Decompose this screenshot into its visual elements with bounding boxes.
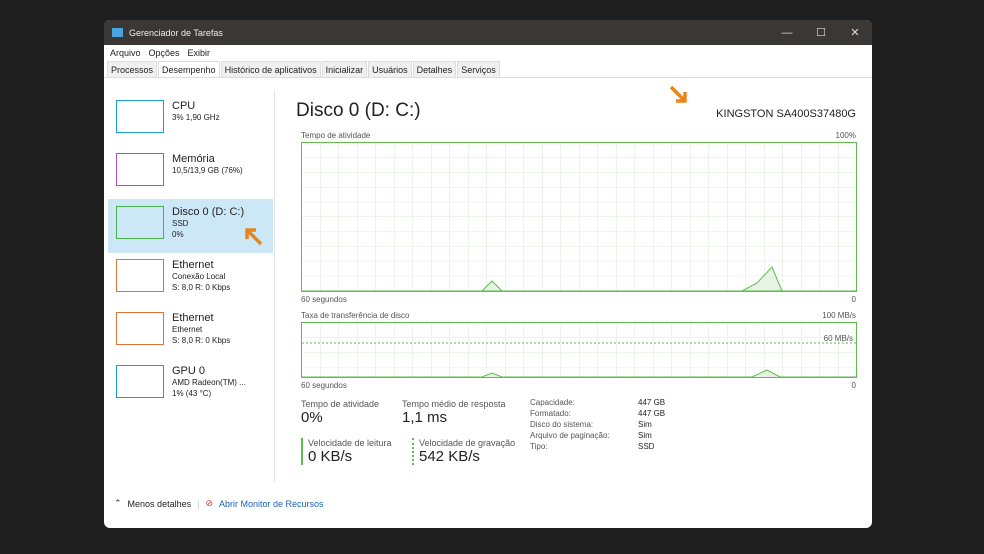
stat-read-label: Velocidade de leitura	[308, 438, 392, 448]
menu-exibir[interactable]: Exibir	[188, 48, 211, 58]
page-title: Disco 0 (D: C:)	[296, 100, 421, 121]
property-label: Disco do sistema:	[530, 420, 594, 429]
stat-write-label: Velocidade de gravação	[419, 438, 516, 448]
sidebar-item-detail: Ethernet	[172, 325, 203, 334]
graph1-max: 100%	[835, 131, 856, 140]
property-value: 447 GB	[638, 398, 666, 407]
open-resource-monitor-link[interactable]: Abrir Monitor de Recursos	[219, 499, 324, 509]
stat-resp-label: Tempo médio de resposta	[402, 399, 506, 409]
property-value: 447 GB	[638, 409, 666, 418]
mini-graph	[116, 365, 164, 398]
sidebar-item-1[interactable]: Memória 10,5/13,9 GB (76%)	[108, 146, 273, 200]
task-manager-window: Gerenciador de Tarefas — ☐ ✕ Arquivo Opç…	[104, 20, 872, 528]
tab-bar: Processos Desempenho Histórico de aplica…	[104, 61, 872, 78]
sidebar-item-detail: SSD	[172, 219, 189, 228]
sidebar-item-0[interactable]: CPU 3% 1,90 GHz	[108, 93, 273, 147]
property-label: Capacidade:	[530, 398, 575, 407]
mini-graph	[116, 312, 164, 345]
sidebar-item-detail2: 0%	[172, 230, 184, 239]
stat-write: Velocidade de gravação 542 KB/s	[412, 438, 515, 465]
active-time-plot	[302, 143, 856, 292]
sidebar-item-title: GPU 0	[172, 365, 206, 377]
annotation-arrow-model	[669, 85, 687, 103]
sidebar-item-detail2: S: 8,0 R: 0 Kbps	[172, 283, 231, 292]
sidebar-item-title: Disco 0 (D: C:)	[172, 206, 245, 218]
sidebar-item-title: Ethernet	[172, 312, 214, 324]
minimize-button[interactable]: —	[770, 20, 804, 45]
mini-graph	[116, 206, 164, 239]
stat-write-value: 542 KB/s	[419, 448, 480, 465]
sidebar-item-detail2: S: 8,0 R: 0 Kbps	[172, 336, 231, 345]
sidebar-item-detail: Conexão Local	[172, 272, 226, 281]
stat-active: Tempo de atividade 0%	[301, 399, 379, 426]
tab-usuarios[interactable]: Usuários	[368, 61, 412, 77]
menu-opcoes[interactable]: Opções	[149, 48, 180, 58]
resource-sidebar: CPU 3% 1,90 GHz Memória 10,5/13,9 GB (76…	[104, 90, 275, 482]
property-value: Sim	[638, 420, 652, 429]
title-bar: Gerenciador de Tarefas — ☐ ✕	[104, 20, 872, 45]
close-button[interactable]: ✕	[838, 20, 872, 45]
graph1-xleft: 60 segundos	[301, 295, 347, 304]
sidebar-item-detail: 3% 1,90 GHz	[172, 113, 220, 122]
stat-active-label: Tempo de atividade	[301, 399, 380, 409]
property-value: SSD	[638, 442, 655, 451]
property-value: Sim	[638, 431, 652, 440]
tab-inicializar[interactable]: Inicializar	[321, 61, 368, 77]
graph2-label: Taxa de transferência de disco	[301, 311, 410, 320]
tab-historico[interactable]: Histórico de aplicativos	[220, 61, 321, 77]
tab-processos[interactable]: Processos	[107, 61, 158, 77]
graph2-xleft: 60 segundos	[301, 381, 347, 390]
tab-desempenho[interactable]: Desempenho	[158, 61, 220, 77]
sidebar-item-detail: 10,5/13,9 GB (76%)	[172, 166, 243, 175]
disk-properties: Capacidade: 447 GB Formatado: 447 GB Disco d…	[530, 397, 665, 452]
sidebar-item-5[interactable]: GPU 0 AMD Radeon(TM) ... 1% (43 °C)	[108, 358, 273, 412]
menu-arquivo[interactable]: Arquivo	[110, 48, 141, 58]
app-icon	[112, 28, 123, 37]
disk-model: KINGSTON SA400S37480G	[716, 108, 856, 120]
property-row: Capacidade: 447 GB	[530, 397, 665, 408]
property-label: Arquivo de paginação:	[530, 431, 610, 440]
graph1-xright: 0	[851, 295, 856, 304]
sidebar-item-detail: AMD Radeon(TM) ...	[172, 378, 246, 387]
tab-detalhes[interactable]: Detalhes	[412, 61, 457, 77]
property-row: Disco do sistema: Sim	[530, 419, 665, 430]
transfer-rate-plot	[302, 323, 856, 378]
graph1-label: Tempo de atividade	[301, 131, 371, 140]
stat-active-value: 0%	[301, 409, 323, 426]
mini-graph	[116, 259, 164, 292]
sidebar-item-detail2: 1% (43 °C)	[172, 389, 212, 398]
stat-read: Velocidade de leitura 0 KB/s	[301, 438, 392, 465]
property-row: Tipo: SSD	[530, 441, 665, 452]
transfer-rate-graph: 60 MB/s	[301, 322, 857, 378]
stat-response: Tempo médio de resposta 1,1 ms	[402, 399, 506, 426]
tab-servicos[interactable]: Serviços	[457, 61, 500, 77]
mini-graph	[116, 100, 164, 133]
sidebar-item-title: Ethernet	[172, 259, 214, 271]
sidebar-item-3[interactable]: Ethernet Conexão Local S: 8,0 R: 0 Kbps	[108, 252, 273, 306]
active-time-graph	[301, 142, 857, 292]
chevron-up-icon[interactable]: ⌃	[114, 498, 122, 509]
menu-bar: Arquivo Opções Exibir	[104, 45, 872, 61]
annotation-arrow-disk	[245, 228, 263, 246]
maximize-button[interactable]: ☐	[804, 20, 838, 45]
mini-graph	[116, 153, 164, 186]
sidebar-item-title: CPU	[172, 100, 196, 112]
graph2-xright: 0	[851, 381, 856, 390]
window-title: Gerenciador de Tarefas	[129, 27, 223, 38]
property-row: Formatado: 447 GB	[530, 408, 665, 419]
graph2-mid: 60 MB/s	[823, 334, 853, 343]
footer: ⌃ Menos detalhes | ⊘ Abrir Monitor de Re…	[114, 498, 324, 509]
property-label: Formatado:	[530, 409, 571, 418]
graph2-max: 100 MB/s	[822, 311, 856, 320]
property-row: Arquivo de paginação: Sim	[530, 430, 665, 441]
sidebar-item-title: Memória	[172, 153, 215, 165]
stat-read-value: 0 KB/s	[308, 448, 353, 465]
property-label: Tipo:	[530, 442, 548, 451]
less-details-button[interactable]: Menos detalhes	[128, 499, 192, 509]
stat-resp-value: 1,1 ms	[402, 409, 448, 426]
sidebar-item-4[interactable]: Ethernet Ethernet S: 8,0 R: 0 Kbps	[108, 305, 273, 359]
resource-monitor-icon: ⊘	[205, 498, 213, 508]
